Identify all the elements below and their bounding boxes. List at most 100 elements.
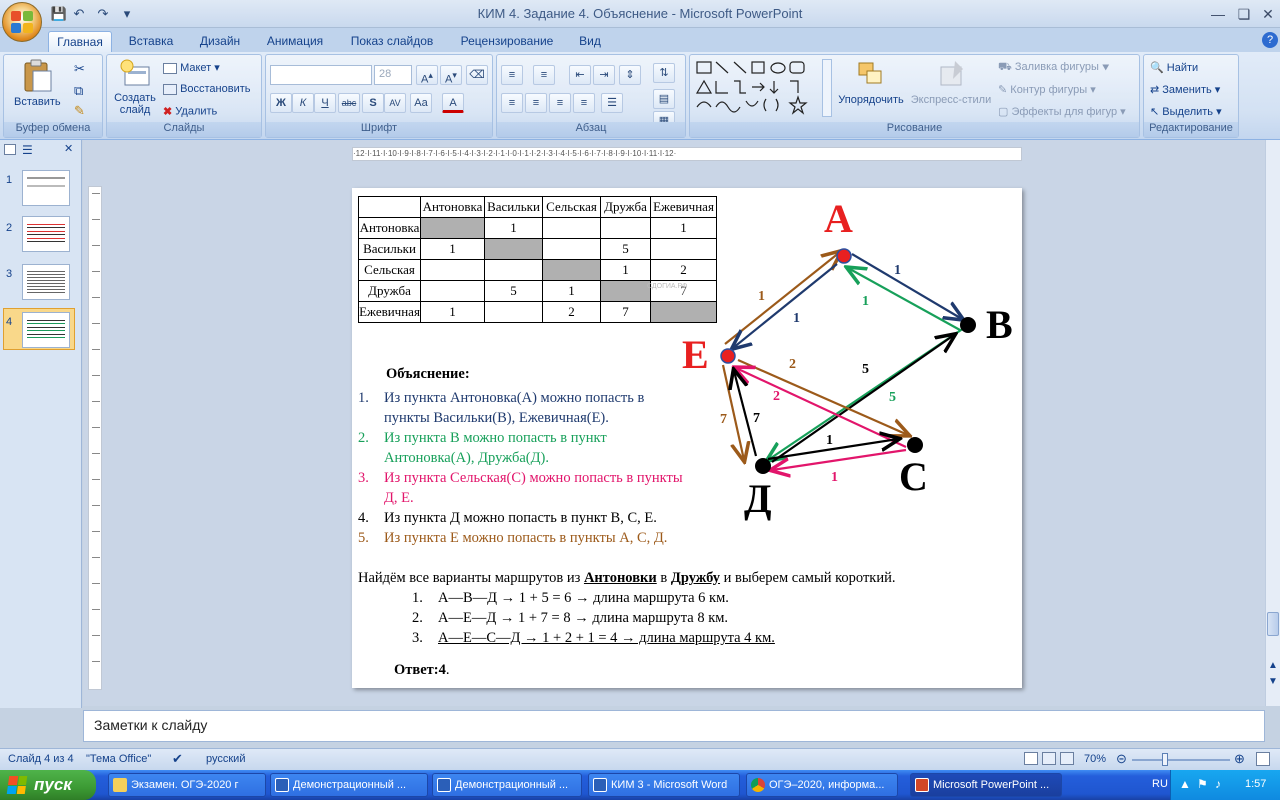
tab-slideshow[interactable]: Показ слайдов (344, 31, 440, 52)
justify-button[interactable]: ≡ (573, 93, 595, 113)
tab-review[interactable]: Рецензирование (452, 31, 562, 52)
font-size-field[interactable]: 28 (374, 65, 412, 85)
slide-thumb-1[interactable] (22, 170, 70, 206)
network-icon[interactable]: ▲ (1179, 777, 1191, 791)
zoom-in-icon[interactable]: ⊕ (1234, 751, 1245, 767)
office-button[interactable] (2, 2, 42, 42)
case-button[interactable]: Aa (410, 93, 432, 113)
table-cell (484, 259, 543, 281)
ruler-tick (92, 427, 100, 428)
tab-insert[interactable]: Вставка (122, 31, 180, 52)
normal-view-icon[interactable] (1024, 752, 1038, 765)
delete-slide-button[interactable]: ✖ Удалить (163, 105, 217, 118)
restore-button[interactable]: ❏ (1232, 4, 1256, 24)
strike-button[interactable]: abc (338, 93, 360, 113)
replace-icon: ⇄ (1150, 84, 1160, 96)
tab-design[interactable]: Дизайн (192, 31, 248, 52)
bullets-button[interactable]: ≡ (501, 65, 523, 85)
tab-home[interactable]: Главная (48, 31, 112, 52)
help-icon[interactable]: ? (1262, 32, 1278, 48)
outline-tab-icon[interactable]: ☰ (22, 143, 33, 157)
next-slide-icon[interactable]: ▼ (1268, 676, 1278, 687)
scroll-thumb[interactable] (1267, 612, 1279, 636)
replace-button[interactable]: ⇄ Заменить ▾ (1150, 83, 1220, 96)
volume-icon[interactable]: ♪ (1215, 777, 1221, 791)
vertical-ruler (88, 186, 102, 690)
paste-label: Вставить (14, 96, 61, 108)
font-color-button[interactable]: A (442, 93, 464, 113)
shape-outline-button[interactable]: ✎ Контур фигуры ▾ (998, 83, 1096, 96)
close-panel-icon[interactable]: ✕ (64, 142, 73, 155)
language[interactable]: русский (206, 753, 245, 765)
keyboard-language[interactable]: RU (1152, 778, 1168, 790)
taskbar-item[interactable]: Демонстрационный ... (432, 773, 582, 797)
taskbar-item[interactable]: Демонстрационный ... (270, 773, 428, 797)
ruler-tick (92, 635, 100, 636)
replace-label: Заменить (1162, 84, 1212, 96)
find-button[interactable]: 🔍 Найти (1150, 61, 1198, 74)
shapes-scroll[interactable] (822, 59, 832, 117)
line-spacing-button[interactable]: ⇕ (619, 65, 641, 85)
tab-view[interactable]: Вид (572, 31, 608, 52)
close-button[interactable]: ✕ (1256, 4, 1280, 24)
prev-slide-icon[interactable]: ▲ (1268, 660, 1278, 671)
minimize-button[interactable]: — (1206, 4, 1230, 24)
slide-thumb-3[interactable] (22, 264, 70, 300)
shrink-font-button[interactable]: A▾ (440, 65, 462, 86)
zoom-slider-thumb[interactable] (1162, 753, 1168, 766)
new-slide-button[interactable]: Создать слайд (111, 59, 159, 116)
slide-thumb-4[interactable] (22, 312, 70, 348)
reset-button[interactable]: Восстановить (163, 83, 251, 95)
zoom-level[interactable]: 70% (1084, 753, 1106, 765)
bold-button[interactable]: Ж (270, 93, 292, 113)
shapes-gallery[interactable] (694, 59, 824, 117)
copy-icon[interactable]: ⧉ (74, 83, 83, 99)
taskbar-item[interactable]: ОГЭ–2020, информа... (746, 773, 898, 797)
text-direction-button[interactable]: ⇅ (653, 63, 675, 83)
underline-button[interactable]: Ч (314, 93, 336, 113)
notes-pane[interactable]: Заметки к слайду (83, 710, 1265, 742)
paste-button[interactable]: Вставить (14, 59, 61, 108)
font-name-field[interactable] (270, 65, 372, 85)
align-left-button[interactable]: ≡ (501, 93, 523, 113)
columns-button[interactable]: ☰ (601, 93, 623, 113)
slideshow-view-icon[interactable] (1060, 752, 1074, 765)
shadow-button[interactable]: S (362, 93, 384, 113)
slide-thumb-2[interactable] (22, 216, 70, 252)
weight-label: 5 (862, 362, 869, 377)
sorter-view-icon[interactable] (1042, 752, 1056, 765)
quick-styles-button[interactable]: Экспресс-стили (910, 59, 992, 106)
spacing-button[interactable]: AV (384, 93, 406, 113)
layout-button[interactable]: Макет ▾ (163, 61, 220, 74)
increase-indent-button[interactable]: ⇥ (593, 65, 615, 85)
zoom-slider[interactable] (1132, 759, 1230, 761)
spellcheck-icon[interactable]: ✔ (172, 751, 183, 767)
cut-icon[interactable]: ✂ (74, 61, 85, 77)
arrange-button[interactable]: Упорядочить (836, 59, 906, 106)
clock[interactable]: 1:57 (1245, 778, 1266, 790)
numbering-button[interactable]: ≡ (533, 65, 555, 85)
start-button[interactable]: пуск (0, 770, 96, 800)
italic-button[interactable]: К (292, 93, 314, 113)
slide-canvas[interactable]: Антоновка Васильки Сельская Дружба Ежеви… (352, 188, 1022, 688)
taskbar-item-active[interactable]: Microsoft PowerPoint ... (910, 773, 1062, 797)
align-right-button[interactable]: ≡ (549, 93, 571, 113)
group-label: Рисование (690, 122, 1139, 137)
align-text-button[interactable]: ▤ (653, 89, 675, 109)
vertical-scrollbar[interactable]: ▲ ▼ (1265, 140, 1280, 706)
align-center-button[interactable]: ≡ (525, 93, 547, 113)
tab-animation[interactable]: Анимация (258, 31, 332, 52)
decrease-indent-button[interactable]: ⇤ (569, 65, 591, 85)
shape-effects-button[interactable]: ▢ Эффекты для фигур ▾ (998, 105, 1126, 118)
fit-window-icon[interactable] (1256, 752, 1270, 766)
zoom-out-icon[interactable]: ⊝ (1116, 751, 1127, 767)
taskbar-item[interactable]: КИМ 3 - Microsoft Word (588, 773, 740, 797)
taskbar-item[interactable]: Экзамен. ОГЭ-2020 г (108, 773, 266, 797)
shape-fill-button[interactable]: ⛟ Заливка фигуры ▾ (998, 61, 1109, 75)
slides-tab-icon[interactable] (4, 144, 16, 155)
security-icon[interactable]: ⚑ (1197, 777, 1208, 791)
select-button[interactable]: ↖ Выделить ▾ (1150, 105, 1222, 118)
grow-font-button[interactable]: A▴ (416, 65, 438, 86)
format-painter-icon[interactable]: ✎ (74, 103, 85, 119)
clear-format-button[interactable]: ⌫ (466, 65, 488, 85)
